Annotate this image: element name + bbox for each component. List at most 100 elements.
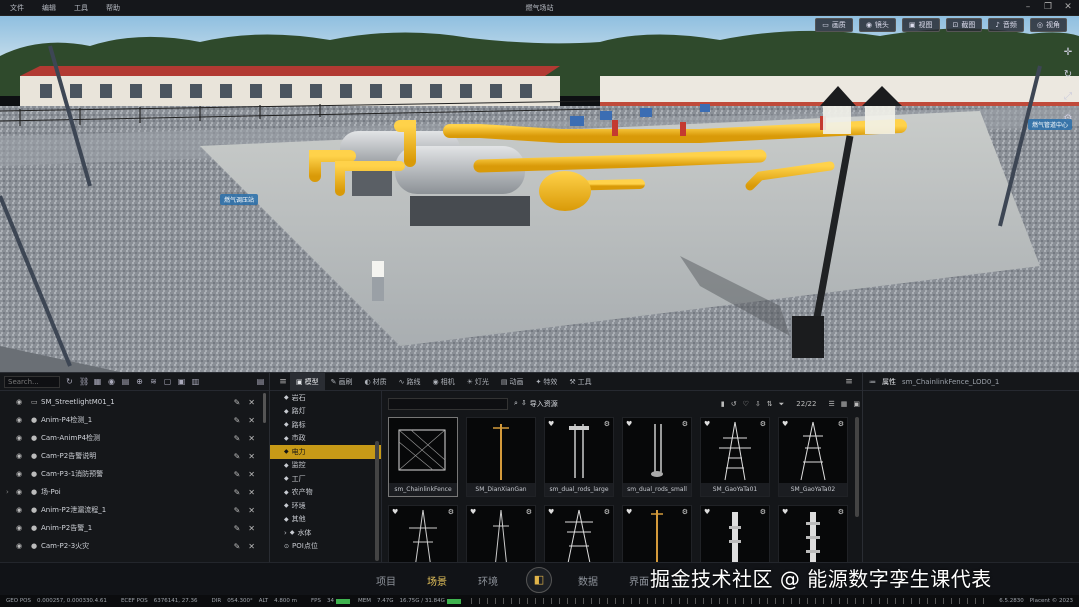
nav-environment[interactable]: 环境: [478, 573, 498, 588]
tab-tools[interactable]: ⚒ 工具: [563, 373, 597, 391]
menu-file[interactable]: 文件: [0, 3, 32, 13]
poi-label-left[interactable]: 燃气调压站: [220, 194, 259, 205]
expand-arrow-icon[interactable]: ›: [6, 488, 9, 496]
tree-item[interactable]: ◉ ▭ SM_StreetlightM01_1 ✎ ✕: [0, 393, 269, 411]
sort-icon[interactable]: ⇅: [767, 400, 773, 408]
settings-icon[interactable]: ⚙: [604, 508, 610, 516]
edit-icon[interactable]: ✎: [234, 506, 241, 515]
eye-icon[interactable]: ◉: [16, 434, 26, 442]
favorite-icon[interactable]: ♥: [626, 420, 632, 428]
maximize-icon[interactable]: ❐: [1043, 2, 1053, 12]
timeline-ruler[interactable]: [470, 598, 986, 604]
tab-effects[interactable]: ✦ 特效: [530, 373, 564, 391]
grid-view-icon[interactable]: ▦: [841, 400, 848, 408]
tab-light[interactable]: ☀ 灯光: [461, 373, 495, 391]
asset-tile[interactable]: ♥ ⚙ SM_GaoYaTa01: [700, 417, 770, 497]
favorite-icon[interactable]: ♥: [704, 508, 710, 516]
settings-icon[interactable]: ⚙: [448, 508, 454, 516]
poi-label-right[interactable]: 燃气管道中心: [1028, 119, 1073, 130]
favorite-icon[interactable]: ♥: [704, 420, 710, 428]
film-icon[interactable]: ▤: [121, 377, 130, 386]
asset-tile[interactable]: ♥ ⚙ SM_GaoYaTa02: [778, 417, 848, 497]
settings-icon[interactable]: ⚙: [760, 508, 766, 516]
delete-icon[interactable]: ✕: [248, 416, 255, 425]
category-item[interactable]: ◆ 环境: [270, 499, 381, 513]
delete-icon[interactable]: ▥: [191, 377, 200, 386]
settings-icon[interactable]: ⚙: [682, 508, 688, 516]
tab-route[interactable]: ∿ 路线: [393, 373, 427, 391]
camera-icon[interactable]: ◉: [107, 377, 116, 386]
scene-viewport[interactable]: ▭画质 ◉镜头 ▣视图 ⊡截图 ♪音频 ◎视角 ✛ ↻ ⤢ ⚙ 燃气调压站 燃气…: [0, 16, 1079, 372]
category-scrollbar[interactable]: [375, 441, 379, 561]
category-item-selected[interactable]: ◆ 电力: [270, 445, 381, 459]
eye-icon[interactable]: ◉: [16, 506, 26, 514]
delete-icon[interactable]: ✕: [248, 398, 255, 407]
camera-button[interactable]: ◉ 镜头: [858, 18, 896, 32]
edit-icon[interactable]: ✎: [234, 470, 241, 479]
panel-menu-icon[interactable]: ▤: [256, 377, 265, 386]
import-button[interactable]: ⌕ ⇩ 导入资源: [514, 399, 558, 409]
favorite-icon[interactable]: ♥: [548, 420, 554, 428]
category-item[interactable]: › ◆ 水体: [270, 526, 381, 540]
eye-icon[interactable]: ◉: [16, 398, 26, 406]
tree-item[interactable]: ◉ ● Anim-P2泄漏流程_1 ✎ ✕: [0, 501, 269, 519]
asset-search-input[interactable]: [388, 398, 508, 410]
menu-edit[interactable]: 编辑: [32, 3, 64, 13]
tree-item[interactable]: ◉ ● Anim-P4检测_1 ✎ ✕: [0, 411, 269, 429]
home-logo-button[interactable]: ◧: [526, 567, 552, 593]
favorite-icon[interactable]: ♥: [392, 508, 398, 516]
settings-icon[interactable]: ⚙: [838, 508, 844, 516]
category-item[interactable]: ◆ 其他: [270, 513, 381, 527]
link-icon[interactable]: ⛓: [79, 377, 89, 386]
layers-icon[interactable]: ≋: [149, 377, 158, 386]
delete-icon[interactable]: ✕: [248, 542, 255, 551]
eye-icon[interactable]: ◉: [16, 470, 26, 478]
audio-button[interactable]: ♪ 音频: [988, 18, 1024, 32]
asset-grid-scrollbar[interactable]: [855, 417, 859, 517]
filter-icon[interactable]: ⏷: [779, 400, 785, 409]
favorite-icon[interactable]: ♥: [626, 508, 632, 516]
nav-ui[interactable]: 界面: [629, 573, 649, 588]
edit-icon[interactable]: ✎: [234, 434, 241, 443]
edit-icon[interactable]: ✎: [234, 542, 241, 551]
category-item[interactable]: ◆ 农产物: [270, 486, 381, 500]
minimize-icon[interactable]: –: [1023, 2, 1033, 12]
expand-arrow-icon[interactable]: ›: [284, 529, 287, 537]
menu-help[interactable]: 帮助: [96, 3, 128, 13]
tab-models[interactable]: ▣ 模型: [290, 372, 325, 391]
grid-icon[interactable]: ▦: [93, 377, 102, 386]
asset-tile[interactable]: sm_ChainlinkFence: [388, 417, 458, 497]
settings-icon[interactable]: ⚙: [682, 420, 688, 428]
delete-icon[interactable]: ✕: [248, 488, 255, 497]
favorite-icon[interactable]: ♥: [782, 508, 788, 516]
edit-icon[interactable]: ✎: [234, 398, 241, 407]
tree-item[interactable]: › ◉ ● 场-Poi ✎ ✕: [0, 483, 269, 501]
tree-item[interactable]: ◉ ● Cam-AnimP4检测 ✎ ✕: [0, 429, 269, 447]
panel-menu-icon[interactable]: ≡: [842, 377, 856, 387]
scale-icon[interactable]: ⤢: [1061, 90, 1075, 104]
asset-tile[interactable]: ♥ ⚙ sm_dual_rods_large: [544, 417, 614, 497]
tree-item[interactable]: ◉ ● Cam-P2-3火灾 ✎ ✕: [0, 537, 269, 555]
favorite-icon[interactable]: ♡: [743, 400, 749, 408]
favorite-icon[interactable]: ♥: [470, 508, 476, 516]
perspective-button[interactable]: ◎ 视角: [1029, 18, 1067, 32]
move-icon[interactable]: ✛: [1061, 46, 1075, 60]
tree-item[interactable]: ◉ ● Cam-P3-1消防预警 ✎ ✕: [0, 465, 269, 483]
screenshot-button[interactable]: ⊡ 截图: [945, 18, 983, 32]
edit-icon[interactable]: ✎: [234, 524, 241, 533]
tab-camera[interactable]: ◉ 相机: [426, 373, 460, 391]
tab-animation[interactable]: ▤ 动画: [495, 373, 530, 391]
category-item[interactable]: ◆ 路标: [270, 418, 381, 432]
category-item[interactable]: ⊙ POI点位: [270, 540, 381, 554]
tab-brush[interactable]: ✎ 画刷: [325, 373, 359, 391]
edit-icon[interactable]: ✎: [234, 452, 241, 461]
frame-icon[interactable]: ▣: [177, 377, 186, 386]
menu-tools[interactable]: 工具: [64, 3, 96, 13]
view-button[interactable]: ▣ 视图: [901, 18, 940, 32]
outliner-scrollbar[interactable]: [263, 393, 266, 423]
nav-data[interactable]: 数据: [578, 573, 598, 588]
tab-material[interactable]: ◐ 材质: [359, 373, 393, 391]
favorite-icon[interactable]: ♥: [548, 508, 554, 516]
category-item[interactable]: ◆ 路灯: [270, 405, 381, 419]
menu-icon[interactable]: ≡: [276, 377, 290, 387]
